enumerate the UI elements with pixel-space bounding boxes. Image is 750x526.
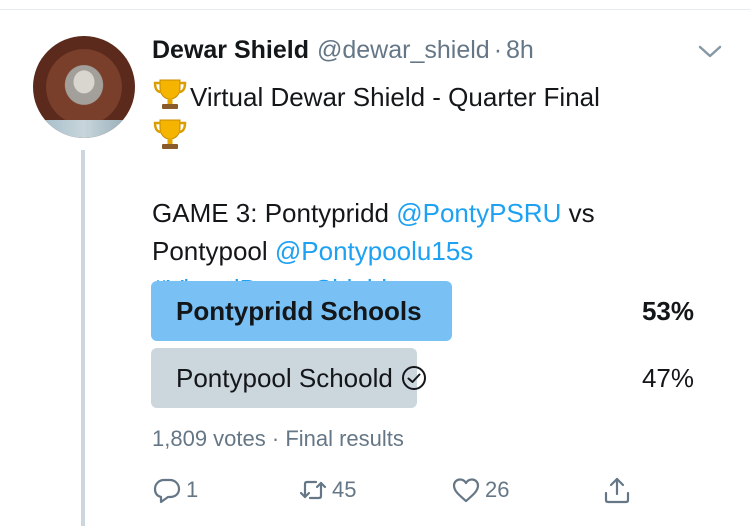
thread-line [81,150,85,526]
chevron-down-icon[interactable] [693,40,727,64]
game-line: GAME 3: Pontypridd @PontyPSRU vs [152,194,712,232]
trophy-line [152,116,712,156]
user-handle[interactable]: @dewar_shield [317,36,490,65]
reply-button[interactable]: 1 [152,470,198,510]
title-line: Virtual Dewar Shield - Quarter Final [152,76,712,116]
share-button[interactable] [602,470,632,510]
retweet-count: 45 [332,477,357,502]
poll-meta-separator: · [265,426,286,451]
tweet-actions: 1 45 26 [152,470,642,510]
retweet-button[interactable]: 45 [298,470,356,510]
poll-vote-count: 1,809 votes [152,426,266,451]
reply-count: 1 [186,477,199,502]
poll-option: Pontypridd Schools 53% [151,281,696,341]
poll-status: Final results [285,426,404,451]
header-separator: · [493,36,503,64]
tweet-title: Virtual Dewar Shield - Quarter Final [190,82,600,112]
poll-option: Pontypool Schoold 47% [151,348,696,408]
team-2: Pontypool [152,236,275,266]
tweet-text: Virtual Dewar Shield - Quarter Final GAM… [152,76,712,308]
poll-option-label: Pontypool Schoold [176,363,393,393]
share-icon [604,477,630,504]
vs-text: vs [561,198,595,228]
retweet-icon [299,480,327,500]
poll-option-label-wrap: Pontypool Schoold [176,348,427,408]
top-divider [0,0,750,10]
mention-pontypsru[interactable]: @PontyPSRU [396,198,561,228]
game-prefix: GAME 3: Pontypridd [152,198,397,228]
reply-icon [153,478,181,504]
display-name[interactable]: Dewar Shield [152,36,309,65]
poll-option-label: Pontypridd Schools [176,296,422,326]
check-circle-icon [401,366,426,390]
poll-option-percent: 53% [641,296,694,326]
trophy-icon [153,119,187,149]
avatar[interactable] [33,36,135,138]
like-count: 26 [485,477,510,502]
like-icon [452,478,480,503]
like-button[interactable]: 26 [451,470,509,510]
team2-line: Pontypool @Pontypoolu15s [152,232,712,270]
tweet-time[interactable]: 8h [506,36,534,65]
poll-meta: 1,809 votes · Final results [152,426,404,452]
tweet-header: Dewar Shield @dewar_shield · 8h [152,36,534,68]
trophy-icon [153,79,187,109]
poll-option-percent: 47% [641,363,694,393]
mention-pontypoolu15s[interactable]: @Pontypoolu15s [275,236,473,266]
